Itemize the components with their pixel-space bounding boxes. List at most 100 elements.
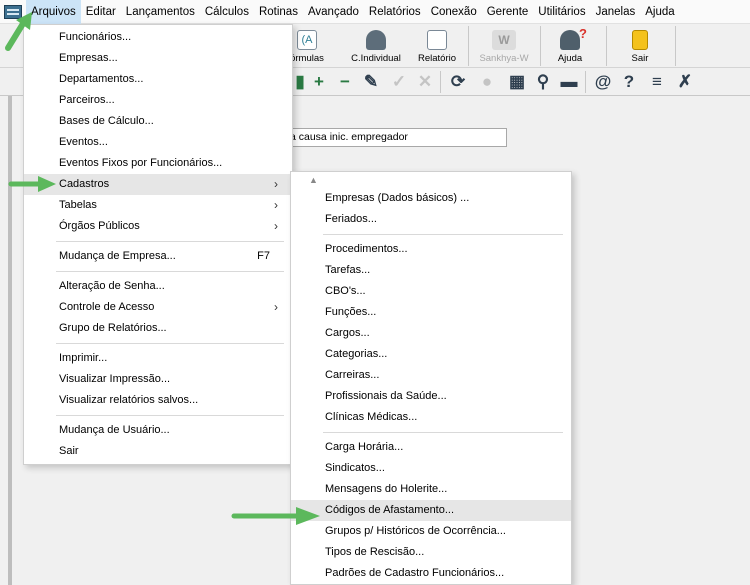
menu-item-label: Órgãos Públicos — [59, 220, 140, 232]
menu-item-cadastros[interactable]: Cadastros › — [24, 174, 292, 195]
menu-separator — [323, 432, 563, 433]
add-record-icon[interactable]: + — [308, 71, 330, 93]
arquivos-menu: Funcionários... Empresas... Departamentos.… — [23, 24, 293, 465]
menu-item-categorias[interactable]: Categorias... — [291, 344, 571, 365]
individual-calc-icon — [366, 30, 386, 50]
left-scroll-strip[interactable] — [8, 96, 12, 585]
menu-item-feriados[interactable]: Feriados... — [291, 209, 571, 230]
menu-item-controle-de-acesso[interactable]: Controle de Acesso › — [24, 297, 292, 318]
menu-item-mudanca-de-usuario[interactable]: Mudança de Usuário... — [24, 420, 292, 441]
menu-item-padroes-de-cadastro-funcionarios[interactable]: Padrões de Cadastro Funcionários... — [291, 563, 571, 584]
menu-item-label: Grupos p/ Históricos de Ocorrência... — [325, 525, 506, 537]
chevron-right-icon: › — [274, 177, 278, 191]
menu-utilitarios[interactable]: Utilitários — [533, 0, 590, 24]
individual-calc-button[interactable]: C.Individual — [345, 24, 407, 67]
menu-item-clinicas-medicas[interactable]: Clínicas Médicas... — [291, 407, 571, 428]
menu-item-visualizar-impressao[interactable]: Visualizar Impressão... — [24, 369, 292, 390]
menu-item-mudanca-de-empresa[interactable]: Mudança de Empresa... F7 — [24, 246, 292, 267]
menu-item-label: Bases de Cálculo... — [59, 115, 154, 127]
menu-item-grupo-de-relatorios[interactable]: Grupo de Relatórios... — [24, 318, 292, 339]
sankhya-w-icon: W — [492, 30, 516, 50]
menu-item-mensagens-do-holerite[interactable]: Mensagens do Holerite... — [291, 479, 571, 500]
menu-item-orgaos-publicos[interactable]: Órgãos Públicos › — [24, 216, 292, 237]
menu-item-label: Grupo de Relatórios... — [59, 322, 167, 334]
cancel-icon[interactable]: ✕ — [414, 71, 436, 93]
report-button[interactable]: Relatório — [413, 24, 461, 67]
menu-relatorios[interactable]: Relatórios — [364, 0, 426, 24]
help-button[interactable]: ? Ajuda — [548, 24, 592, 67]
menu-gerente[interactable]: Gerente — [482, 0, 534, 24]
menu-item-label: Tabelas — [59, 199, 97, 211]
menu-item-label: Empresas (Dados básicos) ... — [325, 192, 470, 204]
menu-item-label: Sair — [59, 445, 79, 457]
menu-item-label: Funcionários... — [59, 31, 132, 43]
menu-lancamentos[interactable]: Lançamentos — [121, 0, 200, 24]
menu-item-parceiros[interactable]: Parceiros... — [24, 90, 292, 111]
menu-item-bases-de-calculo[interactable]: Bases de Cálculo... — [24, 111, 292, 132]
grid-view-icon[interactable]: ▦ — [506, 71, 528, 93]
menu-item-eventos-fixos-por-funcionarios[interactable]: Eventos Fixos por Funcionários... — [24, 153, 292, 174]
menu-item-eventos[interactable]: Eventos... — [24, 132, 292, 153]
scroll-up-icon[interactable]: ▲ — [291, 172, 571, 188]
menu-item-imprimir[interactable]: Imprimir... — [24, 348, 292, 369]
chevron-right-icon: › — [274, 198, 278, 212]
menu-item-carga-horaria[interactable]: Carga Horária... — [291, 437, 571, 458]
confirm-icon[interactable]: ✓ — [388, 71, 410, 93]
menu-item-label: Códigos de Afastamento... — [325, 504, 455, 516]
menu-item-profissionais-da-saude[interactable]: Profissionais da Saúde... — [291, 386, 571, 407]
menu-item-sair[interactable]: Sair — [24, 441, 292, 462]
menu-item-label: Alteração de Senha... — [59, 280, 165, 292]
menu-separator — [56, 271, 284, 272]
menu-item-label: Visualizar Impressão... — [59, 373, 171, 385]
menu-conexao[interactable]: Conexão — [426, 0, 482, 24]
remove-record-icon[interactable]: − — [334, 71, 356, 93]
menu-item-carreiras[interactable]: Carreiras... — [291, 365, 571, 386]
help-icon[interactable]: ? — [618, 71, 640, 93]
termination-cause-field[interactable]: a causa inic. empregador — [285, 128, 507, 147]
search-icon[interactable]: ⚲ — [532, 71, 554, 93]
menu-item-grupos-p-historicos-de-ocorrencia[interactable]: Grupos p/ Históricos de Ocorrência... — [291, 521, 571, 542]
menu-item-label: CBO's... — [325, 285, 366, 297]
menu-item-codigos-de-afastamento[interactable]: Códigos de Afastamento... — [291, 500, 571, 521]
menu-item-sindicatos[interactable]: Sindicatos... — [291, 458, 571, 479]
menu-item-label: Sindicatos... — [325, 462, 385, 474]
menu-item-tarefas[interactable]: Tarefas... — [291, 260, 571, 281]
menu-rotinas[interactable]: Rotinas — [254, 0, 303, 24]
menu-item-visualizar-relatorios-salvos[interactable]: Visualizar relatórios salvos... — [24, 390, 292, 411]
menu-item-label: Parceiros... — [59, 94, 115, 106]
refresh-icon[interactable]: ⟳ — [447, 71, 469, 93]
menu-ajuda[interactable]: Ajuda — [640, 0, 679, 24]
close-window-icon[interactable]: ✗ — [674, 71, 696, 93]
menu-calculos[interactable]: Cálculos — [200, 0, 254, 24]
menu-item-alteracao-de-senha[interactable]: Alteração de Senha... — [24, 276, 292, 297]
menu-item-tabelas[interactable]: Tabelas › — [24, 195, 292, 216]
menu-item-label: Procedimentos... — [325, 243, 408, 255]
stop-icon[interactable]: ● — [476, 71, 498, 93]
exit-button[interactable]: Sair — [618, 24, 662, 67]
sankhya-w-button[interactable]: W Sankhya-W — [474, 24, 534, 67]
menu-item-tipos-de-rescisao[interactable]: Tipos de Rescisão... — [291, 542, 571, 563]
menu-item-label: Clínicas Médicas... — [325, 411, 418, 423]
menu-item-label: Categorias... — [325, 348, 388, 360]
menu-bar: Arquivos Editar Lançamentos Cálculos Rotinas… — [0, 0, 750, 24]
menu-separator — [56, 415, 284, 416]
menu-item-funcionarios[interactable]: Funcionários... — [24, 27, 292, 48]
formulas-button[interactable]: (A órmulas — [287, 24, 327, 67]
menu-item-procedimentos[interactable]: Procedimentos... — [291, 239, 571, 260]
menu-item-departamentos[interactable]: Departamentos... — [24, 69, 292, 90]
menu-janelas[interactable]: Janelas — [591, 0, 641, 24]
menu-item-empresas[interactable]: Empresas... — [24, 48, 292, 69]
menu-avancado[interactable]: Avançado — [303, 0, 364, 24]
menu-item-cbo-s[interactable]: CBO's... — [291, 281, 571, 302]
menu-item-funcoes[interactable]: Funções... — [291, 302, 571, 323]
menu-item-empresas-dados-basicos[interactable]: Empresas (Dados básicos) ... — [291, 188, 571, 209]
menu-item-cargos[interactable]: Cargos... — [291, 323, 571, 344]
menu-item-label: Empresas... — [59, 52, 118, 64]
edit-record-icon[interactable]: ✎ — [360, 71, 382, 93]
report-icon — [427, 30, 447, 50]
print-icon[interactable]: ▬ — [558, 71, 580, 93]
notes-icon[interactable]: ≡ — [646, 71, 668, 93]
chevron-right-icon: › — [274, 219, 278, 233]
menu-editar[interactable]: Editar — [81, 0, 121, 24]
email-icon[interactable]: @ — [592, 71, 614, 93]
